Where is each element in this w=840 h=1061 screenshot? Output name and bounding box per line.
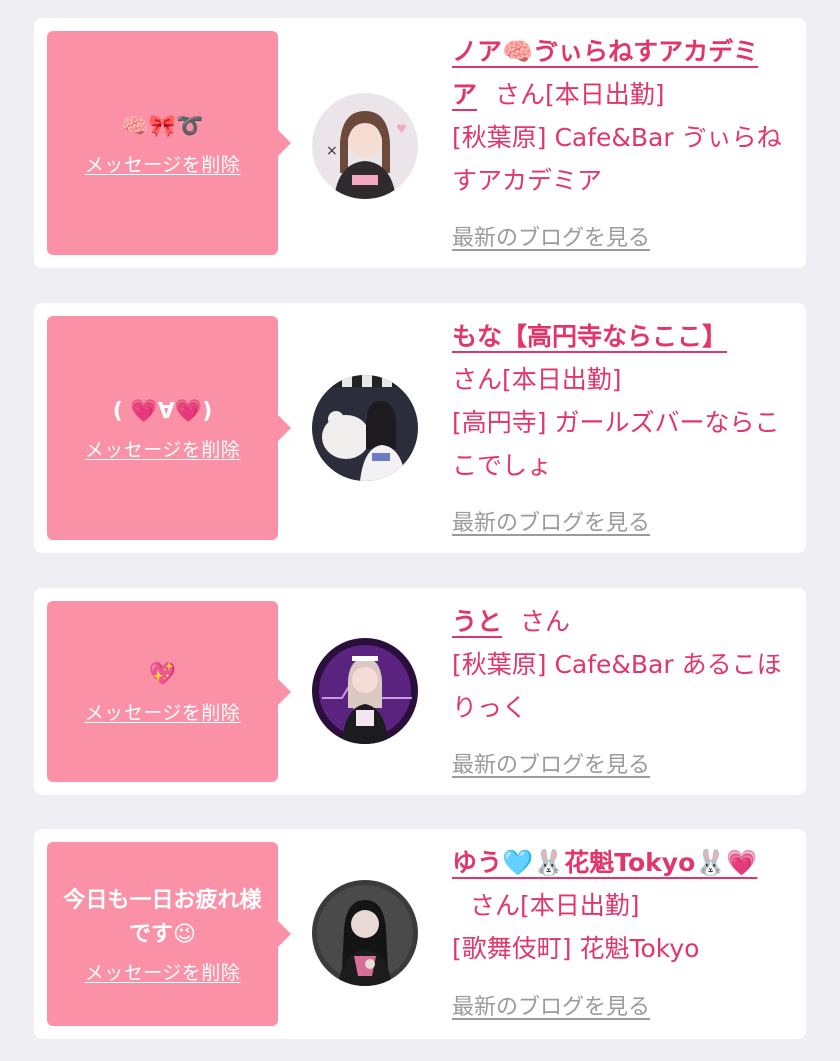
avatar-photo xyxy=(312,880,418,986)
cast-info: ゆう🩵🐰花魁Tokyo🐰💗 さん[本日出勤] [歌舞伎町] 花魁Tokyo xyxy=(452,841,782,970)
delete-message-link[interactable]: メッセージを削除 xyxy=(85,958,241,985)
work-status: [本日出勤] xyxy=(502,365,622,394)
honorific: さん xyxy=(520,607,571,636)
cast-info: もな【高円寺ならここ】 さん[本日出勤] [高円寺] ガールズバーならここでしょ xyxy=(452,315,782,487)
work-status: [本日出勤] xyxy=(545,80,665,109)
message-bubble: 🧠🎀➰ メッセージを削除 xyxy=(47,31,291,255)
avatar-photo xyxy=(312,375,418,481)
message-text: 🧠🎀➰ xyxy=(121,113,204,139)
delete-message-link[interactable]: メッセージを削除 xyxy=(85,435,241,462)
cast-name-link[interactable]: うと xyxy=(452,607,502,636)
latest-blog-link[interactable]: 最新のブログを見る xyxy=(452,989,650,1021)
message-bubble: 今日も一日お疲れ様です😉 メッセージを削除 xyxy=(47,842,291,1026)
cast-avatar[interactable]: × ♥ xyxy=(312,93,418,199)
message-card: 🧠🎀➰ メッセージを削除 × ♥ ノア🧠ゔぃらねすアカデミア さん[本日出勤] [… xyxy=(34,18,806,268)
shop-name: [秋葉原] Cafe&Bar あるこほりっく xyxy=(452,650,782,722)
message-card: 今日も一日お疲れ様です😉 メッセージを削除 ゆう🩵🐰花魁Tokyo🐰💗 さん[本日… xyxy=(34,829,806,1039)
honorific: さん xyxy=(452,365,503,394)
svg-text:♥: ♥ xyxy=(396,122,407,136)
message-text: 💖 xyxy=(148,662,177,687)
message-bubble: 💖 メッセージを削除 xyxy=(47,601,291,782)
honorific: さん xyxy=(470,891,521,920)
message-text: 今日も一日お疲れ様です😉 xyxy=(63,887,262,947)
shop-name: [秋葉原] Cafe&Bar ゔぃらねすアカデミア xyxy=(452,123,782,195)
work-status: [本日出勤] xyxy=(520,891,640,920)
delete-message-link[interactable]: メッセージを削除 xyxy=(85,698,241,725)
message-card: ( 💗∀💗) メッセージを削除 もな【高円寺ならここ】 さん[本日出勤] [高円… xyxy=(34,303,806,553)
svg-text:×: × xyxy=(326,143,338,159)
message-bubble: ( 💗∀💗) メッセージを削除 xyxy=(47,316,291,540)
honorific: さん xyxy=(495,80,546,109)
cast-name-link[interactable]: ゆう🩵🐰花魁Tokyo🐰💗 xyxy=(452,848,758,877)
latest-blog-link[interactable]: 最新のブログを見る xyxy=(452,220,650,252)
avatar-photo xyxy=(312,638,418,744)
message-text: ( 💗∀💗) xyxy=(112,398,213,424)
shop-name: [歌舞伎町] 花魁Tokyo xyxy=(452,934,700,963)
cast-name-link[interactable]: もな【高円寺ならここ】 xyxy=(452,322,727,351)
latest-blog-link[interactable]: 最新のブログを見る xyxy=(452,505,650,537)
cast-avatar[interactable] xyxy=(312,880,418,986)
avatar-photo: × ♥ xyxy=(312,93,418,199)
cast-avatar[interactable] xyxy=(312,375,418,481)
cast-info: ノア🧠ゔぃらねすアカデミア さん[本日出勤] [秋葉原] Cafe&Bar ゔぃら… xyxy=(452,30,782,202)
cast-avatar[interactable] xyxy=(312,638,418,744)
message-card: 💖 メッセージを削除 うと さん [秋葉原] Cafe&Bar あるこほりっく 最… xyxy=(34,588,806,795)
latest-blog-link[interactable]: 最新のブログを見る xyxy=(452,747,650,779)
shop-name: [高円寺] ガールズバーならここでしょ xyxy=(452,408,780,480)
cast-info: うと さん [秋葉原] Cafe&Bar あるこほりっく xyxy=(452,600,782,729)
delete-message-link[interactable]: メッセージを削除 xyxy=(85,150,241,177)
